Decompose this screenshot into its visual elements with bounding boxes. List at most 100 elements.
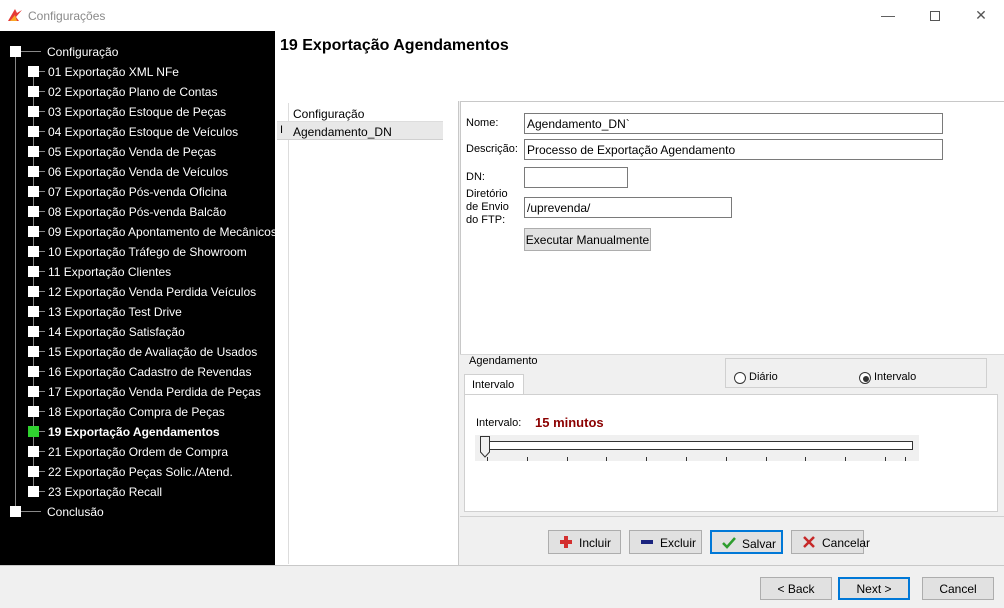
- descricao-field[interactable]: Processo de Exportação Agendamento: [524, 139, 943, 160]
- tree-branch-line: [39, 211, 45, 212]
- tree-step-item[interactable]: 16 Exportação Cadastro de Revendas: [0, 363, 275, 381]
- tree-step-item[interactable]: 19 Exportação Agendamentos: [0, 423, 275, 441]
- tree-node-icon: [28, 466, 39, 477]
- list-header-label: Configuração: [293, 107, 365, 121]
- tree-step-item[interactable]: 10 Exportação Tráfego de Showroom: [0, 243, 275, 261]
- slider-tick: [487, 457, 488, 461]
- tree-step-item[interactable]: 22 Exportação Peças Solic./Atend.: [0, 463, 275, 481]
- tree-step-item[interactable]: 21 Exportação Ordem de Compra: [0, 443, 275, 461]
- diretorio-label: Diretório: [466, 188, 508, 200]
- tree-item-label: 14 Exportação Satisfação: [48, 325, 185, 339]
- tree-branch-line: [21, 511, 41, 512]
- tree-node-icon: [28, 426, 39, 437]
- tree-step-item[interactable]: 12 Exportação Venda Perdida Veículos: [0, 283, 275, 301]
- tree-root-configuracao[interactable]: Configuração: [0, 43, 275, 61]
- tree-step-item[interactable]: 05 Exportação Venda de Peças: [0, 143, 275, 161]
- text-cursor-icon: I: [280, 124, 284, 136]
- tree-step-item[interactable]: 14 Exportação Satisfação: [0, 323, 275, 341]
- intervalo-value: 15 minutos: [535, 415, 604, 430]
- slider-thumb-icon[interactable]: [480, 436, 490, 458]
- form-panel: Nome: Agendamento_DN` Descrição: Process…: [460, 101, 1004, 565]
- nome-field[interactable]: Agendamento_DN`: [524, 113, 943, 134]
- tree-step-item[interactable]: 15 Exportação de Avaliação de Usados: [0, 343, 275, 361]
- diretorio-label: de Envio: [466, 201, 509, 213]
- page-title: 19 Exportação Agendamentos: [280, 37, 509, 54]
- cancel-button[interactable]: Cancel: [922, 577, 994, 600]
- list-item[interactable]: I Agendamento_DN: [277, 122, 443, 140]
- tree-step-item[interactable]: 02 Exportação Plano de Contas: [0, 83, 275, 101]
- tree-step-item[interactable]: 09 Exportação Apontamento de Mecânicos: [0, 223, 277, 241]
- diretorio-ftp-field[interactable]: /uprevenda/: [524, 197, 732, 218]
- tree-item-label: 09 Exportação Apontamento de Mecânicos: [48, 225, 277, 239]
- back-button[interactable]: < Back: [760, 577, 832, 600]
- tree-step-item[interactable]: 11 Exportação Clientes: [0, 263, 275, 281]
- tree-step-item[interactable]: 13 Exportação Test Drive: [0, 303, 275, 321]
- tree-node-icon: [28, 366, 39, 377]
- tree-item-label: 02 Exportação Plano de Contas: [48, 85, 218, 99]
- tree-branch-line: [39, 231, 45, 232]
- tree-item-label: 06 Exportação Venda de Veículos: [48, 165, 229, 179]
- dn-field[interactable]: [524, 167, 628, 188]
- list-header: Configuração: [277, 103, 443, 122]
- slider-tick: [905, 457, 906, 461]
- radio-intervalo-label: Intervalo: [874, 371, 917, 383]
- slider-tick: [646, 457, 648, 461]
- tree-node-icon: [28, 266, 39, 277]
- tree-step-item[interactable]: 18 Exportação Compra de Peças: [0, 403, 275, 421]
- excluir-button[interactable]: Excluir: [629, 530, 702, 554]
- tree-branch-line: [39, 371, 45, 372]
- tree-step-item[interactable]: 07 Exportação Pós-venda Oficina: [0, 183, 275, 201]
- schedule-type-radio-group: Diário Intervalo: [725, 358, 987, 388]
- tree-node-icon: [28, 66, 39, 77]
- tree-branch-line: [39, 71, 45, 72]
- executar-manualmente-button[interactable]: Executar Manualmente: [524, 228, 651, 251]
- tree-step-item[interactable]: 01 Exportação XML NFe: [0, 63, 275, 81]
- cancelar-button[interactable]: Cancelar: [791, 530, 870, 554]
- next-button[interactable]: Next >: [838, 577, 910, 600]
- incluir-label: Incluir: [579, 536, 612, 550]
- tree-item-label: 18 Exportação Compra de Peças: [48, 405, 225, 419]
- checkmark-icon: [722, 537, 736, 549]
- tab-intervalo[interactable]: Intervalo: [464, 374, 524, 395]
- tree-item-label: 05 Exportação Venda de Peças: [48, 145, 217, 159]
- agendamento-group: Agendamento Diário Intervalo Intervalo I…: [460, 354, 1004, 516]
- grid-line: [288, 140, 289, 564]
- tree-node-icon: [28, 386, 39, 397]
- tree-branch-line: [39, 91, 45, 92]
- tree-item-label: 07 Exportação Pós-venda Oficina: [48, 185, 227, 199]
- tree-step-item[interactable]: 06 Exportação Venda de Veículos: [0, 163, 275, 181]
- intervalo-slider[interactable]: [475, 435, 919, 461]
- salvar-label: Salvar: [742, 537, 777, 551]
- close-icon: ✕: [975, 7, 987, 23]
- plus-icon: [560, 536, 572, 548]
- tree-item-label: 15 Exportação de Avaliação de Usados: [48, 345, 258, 359]
- tree-item-label: Configuração: [47, 45, 119, 59]
- tree-branch-line: [39, 491, 45, 492]
- tree-node-icon: [28, 166, 39, 177]
- incluir-button[interactable]: Incluir: [548, 530, 621, 554]
- salvar-button[interactable]: Salvar: [710, 530, 783, 554]
- tree-node-icon: [28, 106, 39, 117]
- slider-tick: [725, 457, 727, 461]
- tree-step-item[interactable]: 04 Exportação Estoque de Veículos: [0, 123, 275, 141]
- tree-node-icon: [28, 206, 39, 217]
- tree-step-item[interactable]: 08 Exportação Pós-venda Balcão: [0, 203, 275, 221]
- tree-item-label: Conclusão: [47, 505, 104, 519]
- tree-item-label: 23 Exportação Recall: [48, 485, 163, 499]
- tree-end-conclusao[interactable]: Conclusão: [0, 503, 275, 521]
- tree-item-label: 08 Exportação Pós-venda Balcão: [48, 205, 227, 219]
- tree-step-item[interactable]: 23 Exportação Recall: [0, 483, 275, 501]
- tree-node-icon: [28, 126, 39, 137]
- tree-branch-line: [39, 111, 45, 112]
- tree-node-icon: [10, 46, 21, 57]
- maximize-button[interactable]: [912, 0, 958, 31]
- tree-step-item[interactable]: 17 Exportação Venda Perdida de Peças: [0, 383, 275, 401]
- descricao-label: Descrição:: [466, 143, 518, 155]
- radio-checked-icon: [859, 372, 871, 384]
- tree-item-label: 16 Exportação Cadastro de Revendas: [48, 365, 252, 379]
- tree-step-item[interactable]: 03 Exportação Estoque de Peças: [0, 103, 275, 121]
- close-button[interactable]: ✕: [958, 0, 1004, 31]
- minimize-button[interactable]: —: [865, 0, 911, 31]
- tree-branch-line: [39, 331, 45, 332]
- tree-item-label: 19 Exportação Agendamentos: [48, 425, 220, 439]
